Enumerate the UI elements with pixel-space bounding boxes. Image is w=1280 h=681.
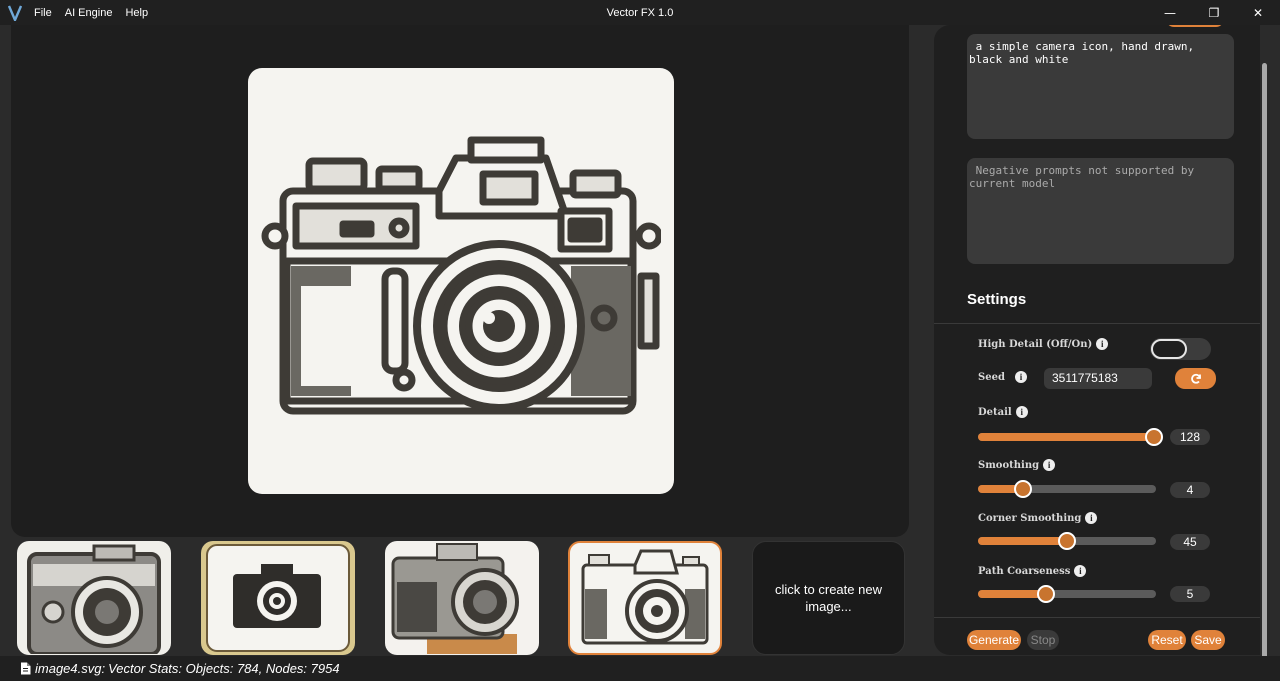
info-icon[interactable]: i bbox=[1085, 512, 1098, 524]
seed-label-text: Seed bbox=[978, 371, 1005, 383]
thumbnail-strip: click to create new image... bbox=[0, 541, 920, 655]
camera-illustration bbox=[261, 136, 661, 415]
minimize-button[interactable]: — bbox=[1148, 0, 1192, 25]
scrollbar-thumb[interactable] bbox=[1262, 63, 1267, 663]
title-bar: File AI Engine Help Vector FX 1.0 — ❐ ✕ bbox=[0, 0, 1280, 25]
status-filename: image4.svg: bbox=[35, 661, 106, 676]
camera-thumbnail-icon bbox=[206, 544, 350, 652]
smoothing-label: Smoothing i bbox=[978, 459, 1056, 471]
thumbnail-4-selected[interactable] bbox=[568, 541, 722, 655]
corner-smoothing-value: 45 bbox=[1170, 534, 1210, 550]
detail-label-text: Detail bbox=[978, 406, 1012, 418]
slider-fill bbox=[978, 433, 1155, 441]
slider-handle[interactable] bbox=[1145, 428, 1164, 446]
slider-fill bbox=[978, 590, 1046, 598]
detail-slider[interactable] bbox=[978, 428, 1164, 446]
camera-thumbnail-icon bbox=[581, 549, 709, 645]
reset-button[interactable]: Reset bbox=[1148, 630, 1186, 650]
smoothing-label-text: Smoothing bbox=[978, 459, 1040, 471]
settings-title: Settings bbox=[967, 291, 1027, 308]
high-detail-label-text: High Detail (Off/On) bbox=[978, 338, 1093, 350]
thumbnail-3[interactable] bbox=[385, 541, 539, 655]
corner-smoothing-label-text: Corner Smoothing bbox=[978, 512, 1082, 524]
panel-tab-indicator bbox=[1166, 25, 1224, 27]
window-title: Vector FX 1.0 bbox=[606, 6, 674, 19]
menu-help[interactable]: Help bbox=[125, 7, 148, 19]
seed-label: Seed i bbox=[978, 371, 1027, 383]
info-icon[interactable]: i bbox=[1096, 338, 1109, 350]
path-coarseness-label: Path Coarseness i bbox=[978, 565, 1087, 577]
smoothing-slider[interactable] bbox=[978, 480, 1156, 498]
toggle-knob bbox=[1151, 339, 1187, 359]
path-coarseness-label-text: Path Coarseness bbox=[978, 565, 1071, 577]
status-bar: image4.svg: Vector Stats: Objects: 784, … bbox=[0, 656, 1280, 681]
settings-divider bbox=[934, 323, 1260, 324]
detail-label: Detail i bbox=[978, 406, 1028, 418]
slider-handle[interactable] bbox=[1013, 480, 1032, 498]
detail-value: 128 bbox=[1170, 429, 1210, 445]
generate-button[interactable]: Generate bbox=[967, 630, 1021, 650]
path-coarseness-value: 5 bbox=[1170, 586, 1210, 602]
camera-thumbnail-icon bbox=[391, 543, 519, 654]
negative-prompt-input[interactable]: Negative prompts not supported by curren… bbox=[967, 158, 1234, 264]
info-icon[interactable]: i bbox=[1074, 565, 1087, 577]
info-icon[interactable]: i bbox=[1014, 371, 1027, 383]
actions-divider bbox=[934, 617, 1260, 618]
seed-input[interactable]: 3511775183 bbox=[1044, 368, 1152, 389]
create-new-image-button[interactable]: click to create new image... bbox=[752, 541, 905, 655]
menu-bar: File AI Engine Help bbox=[34, 7, 161, 19]
slider-fill bbox=[978, 537, 1067, 545]
smoothing-value: 4 bbox=[1170, 482, 1210, 498]
menu-file[interactable]: File bbox=[34, 7, 52, 19]
app-logo-icon bbox=[8, 5, 22, 21]
high-detail-toggle[interactable] bbox=[1150, 338, 1211, 360]
randomize-seed-button[interactable] bbox=[1175, 368, 1216, 389]
canvas-panel bbox=[11, 25, 909, 537]
info-icon[interactable]: i bbox=[1043, 459, 1056, 471]
settings-scrollbar[interactable] bbox=[1260, 25, 1270, 663]
slider-handle[interactable] bbox=[1036, 585, 1055, 603]
close-button[interactable]: ✕ bbox=[1236, 0, 1280, 25]
info-icon[interactable]: i bbox=[1015, 406, 1028, 418]
save-button[interactable]: Save bbox=[1191, 630, 1225, 650]
high-detail-label: High Detail (Off/On) i bbox=[978, 338, 1109, 350]
window-controls: — ❐ ✕ bbox=[1148, 0, 1280, 25]
thumbnail-2[interactable] bbox=[201, 541, 355, 655]
restore-button[interactable]: ❐ bbox=[1192, 0, 1236, 25]
corner-smoothing-label: Corner Smoothing i bbox=[978, 512, 1098, 524]
path-coarseness-slider[interactable] bbox=[978, 585, 1156, 603]
thumbnail-1[interactable] bbox=[17, 541, 171, 655]
prompt-input[interactable]: a simple camera icon, hand drawn, black … bbox=[967, 34, 1234, 139]
corner-smoothing-slider[interactable] bbox=[978, 532, 1156, 550]
settings-panel: a simple camera icon, hand drawn, black … bbox=[934, 25, 1260, 655]
slider-handle[interactable] bbox=[1058, 532, 1076, 550]
file-icon bbox=[21, 662, 31, 675]
main-image-preview[interactable] bbox=[248, 68, 674, 494]
menu-ai-engine[interactable]: AI Engine bbox=[65, 7, 113, 19]
refresh-icon bbox=[1190, 373, 1201, 384]
camera-thumbnail-icon bbox=[27, 544, 161, 654]
stop-button[interactable]: Stop bbox=[1027, 630, 1059, 650]
status-vector-stats: Vector Stats: Objects: 784, Nodes: 7954 bbox=[108, 661, 340, 676]
